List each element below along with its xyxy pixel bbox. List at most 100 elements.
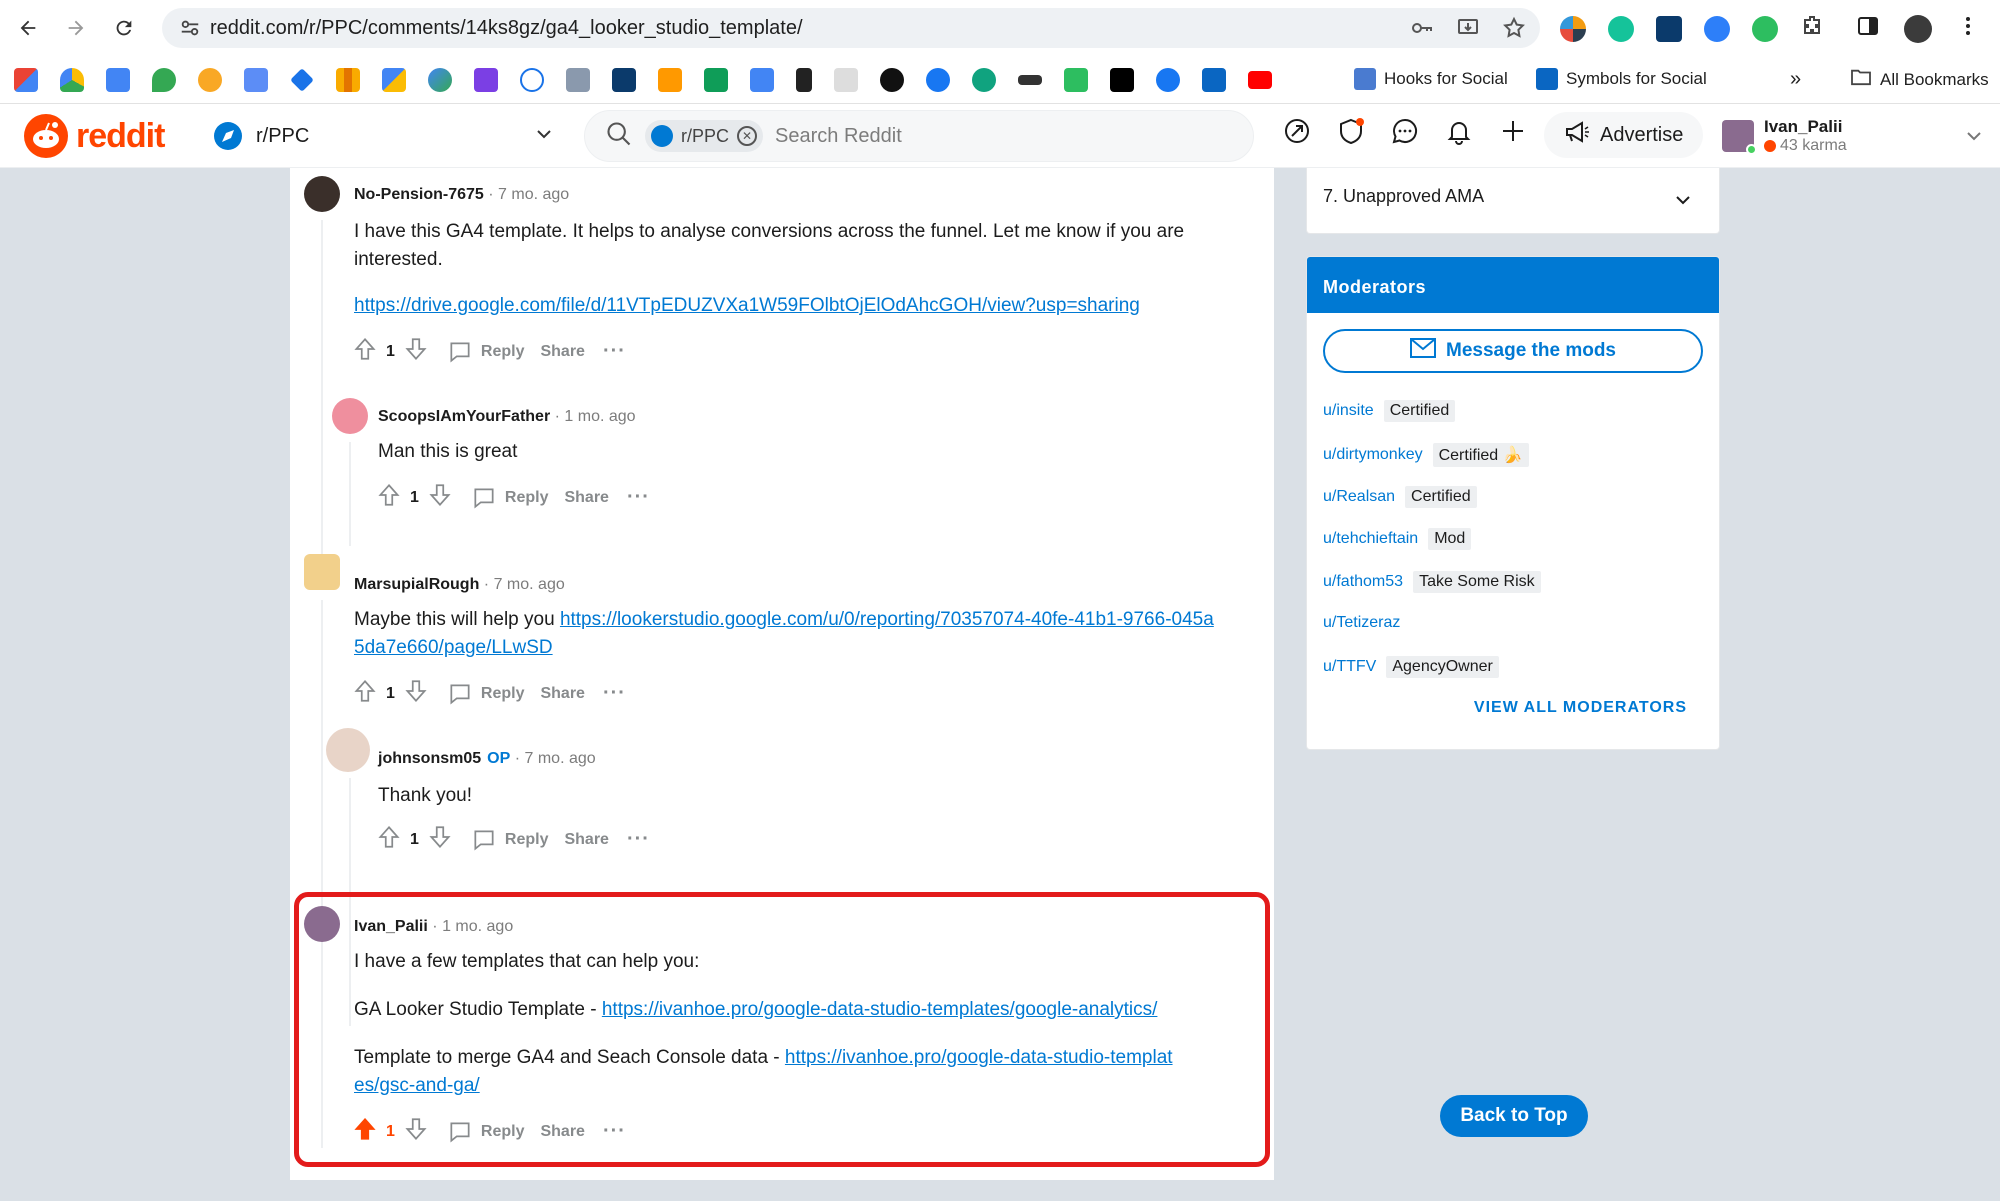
reply-button[interactable]: Reply — [471, 827, 548, 853]
more-options-icon[interactable]: ··· — [603, 340, 626, 363]
ib-icon[interactable] — [796, 68, 812, 92]
upvote-icon[interactable] — [376, 824, 402, 855]
thread-line[interactable] — [349, 442, 351, 546]
seo-icon[interactable] — [566, 68, 590, 92]
looker-icon[interactable] — [428, 68, 452, 92]
comment-time[interactable]: 7 mo. ago — [494, 576, 565, 593]
back-to-top-button[interactable]: Back to Top — [1440, 1095, 1588, 1137]
chrome-menu-icon[interactable] — [1956, 14, 1980, 43]
comment-author[interactable]: No-Pension-7675 — [354, 186, 484, 203]
google-drive-icon[interactable] — [60, 68, 84, 92]
bookmark-hooks-for-social[interactable]: Hooks for Social — [1354, 68, 1508, 90]
share-button[interactable]: Share — [564, 831, 608, 849]
moderator-link[interactable]: u/Realsan — [1323, 488, 1395, 506]
more-options-icon[interactable]: ··· — [627, 828, 650, 851]
reply-button[interactable]: Reply — [471, 485, 548, 511]
community-dropdown[interactable]: r/PPC — [214, 118, 554, 154]
chatgpt-icon[interactable] — [972, 68, 996, 92]
moderator-link[interactable]: u/tehchieftain — [1323, 530, 1418, 548]
all-bookmarks-button[interactable]: All Bookmarks — [1850, 68, 1989, 91]
comment-author[interactable]: ScoopsIAmYourFather — [378, 408, 550, 425]
shield-icon[interactable] — [1336, 116, 1366, 151]
todo-bm-icon[interactable] — [612, 68, 636, 92]
advertise-button[interactable]: Advertise — [1544, 112, 1704, 158]
forward-icon[interactable] — [56, 8, 96, 48]
view-all-moderators-link[interactable]: VIEW ALL MODERATORS — [1474, 699, 1687, 717]
amazon-icon[interactable] — [658, 68, 682, 92]
side-panel-icon[interactable] — [1856, 14, 1880, 43]
avatar[interactable] — [304, 554, 340, 590]
reddit-logo[interactable]: reddit — [24, 114, 165, 158]
ads-icon[interactable] — [382, 68, 406, 92]
chromium-icon[interactable] — [198, 68, 222, 92]
share-button[interactable]: Share — [540, 343, 584, 361]
moderator-link[interactable]: u/insite — [1323, 402, 1374, 420]
create-post-icon[interactable] — [1498, 116, 1528, 151]
comment-author[interactable]: MarsupialRough — [354, 576, 479, 593]
downvote-icon[interactable] — [427, 824, 453, 855]
bookmark-star-icon[interactable] — [1502, 16, 1526, 45]
moderator-link[interactable]: u/dirtymonkey — [1323, 446, 1423, 464]
facebook-icon[interactable] — [1156, 68, 1180, 92]
rules-card[interactable]: 7. Unapproved AMA — [1306, 168, 1720, 234]
avatar[interactable] — [326, 728, 370, 772]
evernote-bm-icon[interactable] — [1064, 68, 1088, 92]
close-icon[interactable]: ✕ — [737, 126, 758, 146]
chrome-profile-avatar[interactable] — [1904, 14, 1932, 43]
upvote-icon[interactable] — [376, 482, 402, 513]
comment-time[interactable]: 7 mo. ago — [525, 750, 596, 767]
avatar[interactable] — [332, 398, 368, 434]
bookmark-symbols-for-social[interactable]: Symbols for Social — [1536, 68, 1707, 90]
calendar-icon[interactable] — [106, 68, 130, 92]
password-key-icon[interactable] — [1410, 16, 1434, 45]
chat-icon[interactable] — [1390, 116, 1420, 151]
downvote-icon[interactable] — [403, 678, 429, 709]
share-button[interactable]: Share — [540, 685, 584, 703]
docs-icon[interactable] — [750, 68, 774, 92]
evernote-extension-icon[interactable] — [1752, 15, 1778, 42]
thread-line[interactable] — [321, 220, 323, 570]
popular-icon[interactable] — [1282, 116, 1312, 151]
search-community-chip[interactable]: r/PPC ✕ — [645, 120, 764, 152]
slack-like-icon[interactable] — [474, 68, 498, 92]
youtube-icon[interactable] — [1248, 71, 1272, 89]
install-app-icon[interactable] — [1456, 16, 1480, 45]
extension-icon[interactable] — [1560, 15, 1586, 42]
diamond-icon[interactable] — [290, 68, 314, 92]
extensions-puzzle-icon[interactable] — [1800, 14, 1824, 43]
search-bar[interactable]: r/PPC ✕ — [584, 110, 1254, 162]
downvote-icon[interactable] — [427, 482, 453, 513]
avatar[interactable] — [304, 176, 340, 212]
reply-button[interactable]: Reply — [447, 339, 524, 365]
linkedin-icon[interactable] — [1202, 68, 1226, 92]
infinity-icon[interactable] — [1018, 75, 1042, 85]
moderator-link[interactable]: u/fathom53 — [1323, 573, 1403, 591]
grammarly-icon[interactable] — [1608, 15, 1634, 42]
more-options-icon[interactable]: ··· — [603, 682, 626, 705]
share-button[interactable]: Share — [564, 489, 608, 507]
back-icon[interactable] — [8, 8, 48, 48]
downvote-icon[interactable] — [403, 336, 429, 367]
sheets-icon[interactable] — [704, 68, 728, 92]
comment-link[interactable]: https://drive.google.com/file/d/11VTpEDU… — [354, 295, 1140, 316]
upvote-icon[interactable] — [352, 678, 378, 709]
translate-bm-icon[interactable] — [244, 68, 268, 92]
24-icon[interactable] — [880, 68, 904, 92]
comment-author[interactable]: johnsonsm05 — [378, 750, 481, 767]
search-input[interactable] — [775, 124, 1076, 148]
message-mods-button[interactable]: Message the mods — [1323, 329, 1703, 373]
moderator-link[interactable]: u/Tetizeraz — [1323, 614, 1400, 632]
more-options-icon[interactable]: ··· — [627, 486, 650, 509]
bell-icon[interactable] — [1444, 116, 1474, 151]
site-settings-icon[interactable] — [170, 17, 210, 39]
reload-icon[interactable] — [104, 8, 144, 48]
analytics-icon[interactable] — [336, 68, 360, 92]
todo-check-icon[interactable] — [1656, 15, 1682, 42]
upvote-icon[interactable] — [352, 336, 378, 367]
translate-icon[interactable] — [1704, 15, 1730, 42]
b-icon[interactable] — [520, 68, 544, 92]
comment-time[interactable]: 1 mo. ago — [564, 408, 635, 425]
reply-button[interactable]: Reply — [447, 681, 524, 707]
user-menu[interactable]: Ivan_Palii 43 karma — [1722, 112, 1984, 160]
f-icon[interactable] — [926, 68, 950, 92]
